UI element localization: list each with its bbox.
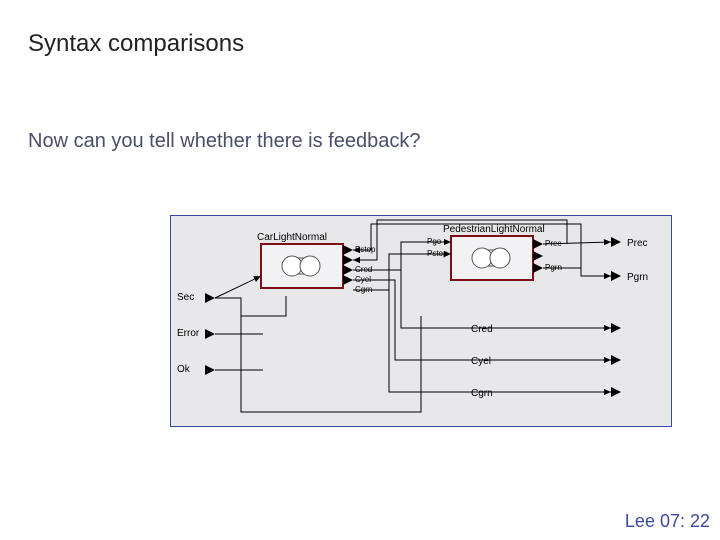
model-diagram: CarLightNormal Pstop Cred Cyel Cgrn Pede… xyxy=(170,215,672,427)
output-cred: Cred xyxy=(471,324,493,335)
actor-carlight-label: CarLightNormal xyxy=(257,232,327,243)
input-error: Error xyxy=(177,328,200,339)
slide-footer: Lee 07: 22 xyxy=(625,511,710,532)
input-ok: Ok xyxy=(177,364,191,375)
output-cyel: Cyel xyxy=(471,356,491,367)
external-inputs: Sec Error Ok xyxy=(177,292,215,375)
output-prec: Prec xyxy=(627,238,648,249)
actor-pedlight-label: PedestrianLightNormal xyxy=(443,224,545,235)
actor-pedlight: PedestrianLightNormal Pgo Pstop Prec Pgr… xyxy=(427,224,562,280)
actor-carlight: CarLightNormal Pstop Cred Cyel Cgrn xyxy=(257,232,376,294)
output-pgrn: Pgrn xyxy=(627,272,648,283)
input-sec: Sec xyxy=(177,292,194,303)
output-cgrn: Cgrn xyxy=(471,388,493,399)
page-subtitle: Now can you tell whether there is feedba… xyxy=(28,130,420,153)
page-title: Syntax comparisons xyxy=(28,30,244,58)
